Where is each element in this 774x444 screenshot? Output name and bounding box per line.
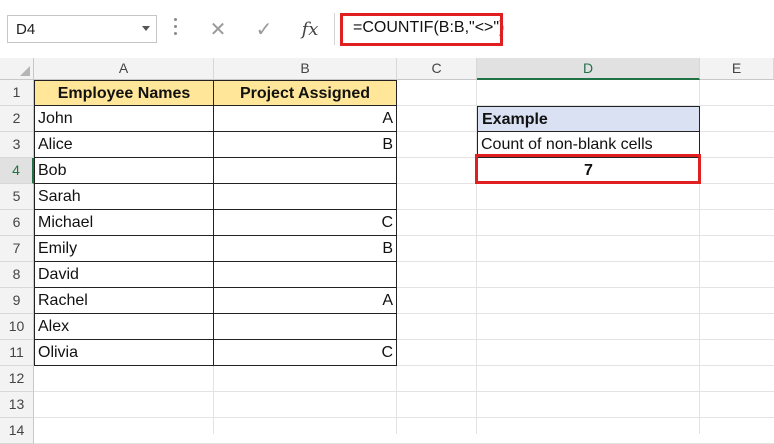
- name-box[interactable]: D4: [7, 15, 157, 43]
- gridline: [34, 391, 774, 392]
- row-header-12[interactable]: 12: [0, 366, 34, 392]
- project-cell[interactable]: B: [214, 236, 397, 262]
- column-header-e[interactable]: E: [700, 58, 774, 80]
- row-header-8[interactable]: 8: [0, 262, 34, 288]
- row-header-14[interactable]: 14: [0, 418, 34, 444]
- cancel-button[interactable]: ✕: [198, 15, 238, 43]
- column-header-b[interactable]: B: [214, 58, 397, 80]
- employee-name-cell[interactable]: Alex: [34, 314, 214, 340]
- chevron-down-icon[interactable]: [142, 26, 150, 31]
- x-icon: ✕: [209, 18, 227, 41]
- table-header-project-assigned[interactable]: Project Assigned: [214, 80, 397, 106]
- employee-name-cell[interactable]: Sarah: [34, 184, 214, 210]
- row-header-3[interactable]: 3: [0, 132, 34, 158]
- row-header-6[interactable]: 6: [0, 210, 34, 236]
- check-icon: ✓: [255, 18, 273, 41]
- employee-name-cell[interactable]: Rachel: [34, 288, 214, 314]
- example-header[interactable]: Example: [477, 106, 700, 132]
- project-cell[interactable]: [214, 158, 397, 184]
- column-header-c[interactable]: C: [397, 58, 477, 80]
- row-header-9[interactable]: 9: [0, 288, 34, 314]
- employee-name-cell[interactable]: David: [34, 262, 214, 288]
- formula-highlight-box: [340, 13, 503, 46]
- project-cell[interactable]: A: [214, 288, 397, 314]
- name-box-value: D4: [16, 21, 36, 38]
- fx-icon: fx: [301, 18, 319, 40]
- project-cell[interactable]: C: [214, 340, 397, 366]
- employee-name-cell[interactable]: Emily: [34, 236, 214, 262]
- employee-name-cell[interactable]: Alice: [34, 132, 214, 158]
- row-header-13[interactable]: 13: [0, 392, 34, 418]
- gridline: [34, 417, 774, 418]
- table-header-employee-names[interactable]: Employee Names: [34, 80, 214, 106]
- vertical-dots-icon: [174, 18, 177, 38]
- row-header-10[interactable]: 10: [0, 314, 34, 340]
- row-header-2[interactable]: 2: [0, 106, 34, 132]
- employee-name-cell[interactable]: Bob: [34, 158, 214, 184]
- row-header-5[interactable]: 5: [0, 184, 34, 210]
- row-header-11[interactable]: 11: [0, 340, 34, 366]
- project-cell[interactable]: C: [214, 210, 397, 236]
- project-cell[interactable]: A: [214, 106, 397, 132]
- column-header-a[interactable]: A: [34, 58, 214, 80]
- column-header-d[interactable]: D: [477, 58, 700, 80]
- row-header-1[interactable]: 1: [0, 80, 34, 106]
- project-cell[interactable]: [214, 314, 397, 340]
- project-cell[interactable]: [214, 262, 397, 288]
- select-all-corner[interactable]: [0, 58, 34, 80]
- employee-name-cell[interactable]: Olivia: [34, 340, 214, 366]
- employee-name-cell[interactable]: Michael: [34, 210, 214, 236]
- project-cell[interactable]: B: [214, 132, 397, 158]
- formula-bar-area: D4 ✕ ✓ fx =COUNTIF(B:B,"<>"): [0, 0, 774, 58]
- select-all-icon: [20, 66, 30, 76]
- project-cell[interactable]: [214, 184, 397, 210]
- row-header-4[interactable]: 4: [0, 158, 34, 184]
- result-highlight-box: [475, 154, 701, 184]
- enter-button[interactable]: ✓: [244, 15, 284, 43]
- employee-name-cell[interactable]: John: [34, 106, 214, 132]
- row-header-7[interactable]: 7: [0, 236, 34, 262]
- insert-function-button[interactable]: fx: [290, 15, 330, 43]
